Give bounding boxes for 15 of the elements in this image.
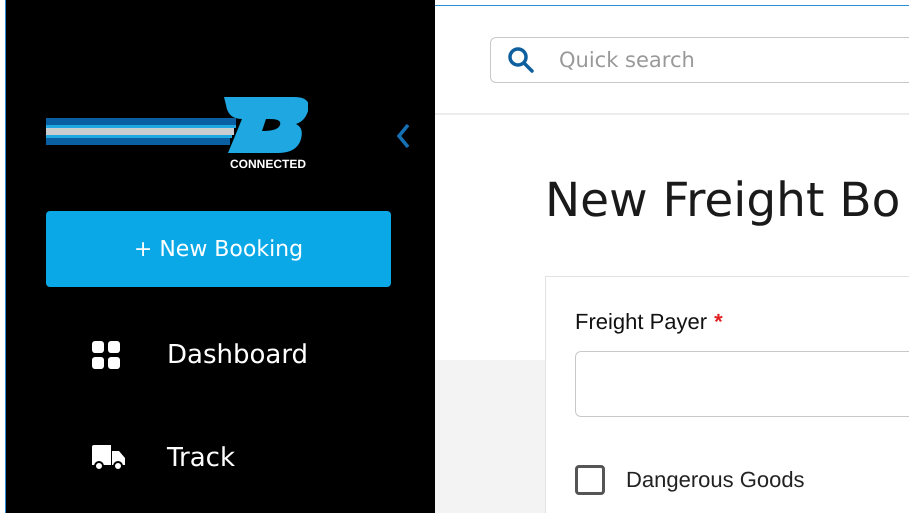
nav-item[interactable]: Dashboard [46, 341, 435, 369]
nav-item[interactable]: Track [46, 444, 435, 472]
page-title: New Freight Bo [545, 172, 902, 230]
text-field[interactable] [575, 351, 909, 417]
search-field[interactable]: Quick search [490, 37, 909, 83]
collapse-icon[interactable] [396, 123, 410, 149]
logo-icon [46, 97, 308, 155]
checkbox[interactable] [575, 465, 605, 495]
logo-caption: CONNECTED [230, 157, 306, 171]
truck-icon [92, 444, 127, 472]
grid-icon [92, 341, 120, 369]
checkbox-label: Dangerous Goods [626, 467, 805, 493]
search-icon [507, 46, 535, 74]
field-label: Freight Payer [575, 309, 708, 335]
required-mark: * [714, 309, 723, 335]
